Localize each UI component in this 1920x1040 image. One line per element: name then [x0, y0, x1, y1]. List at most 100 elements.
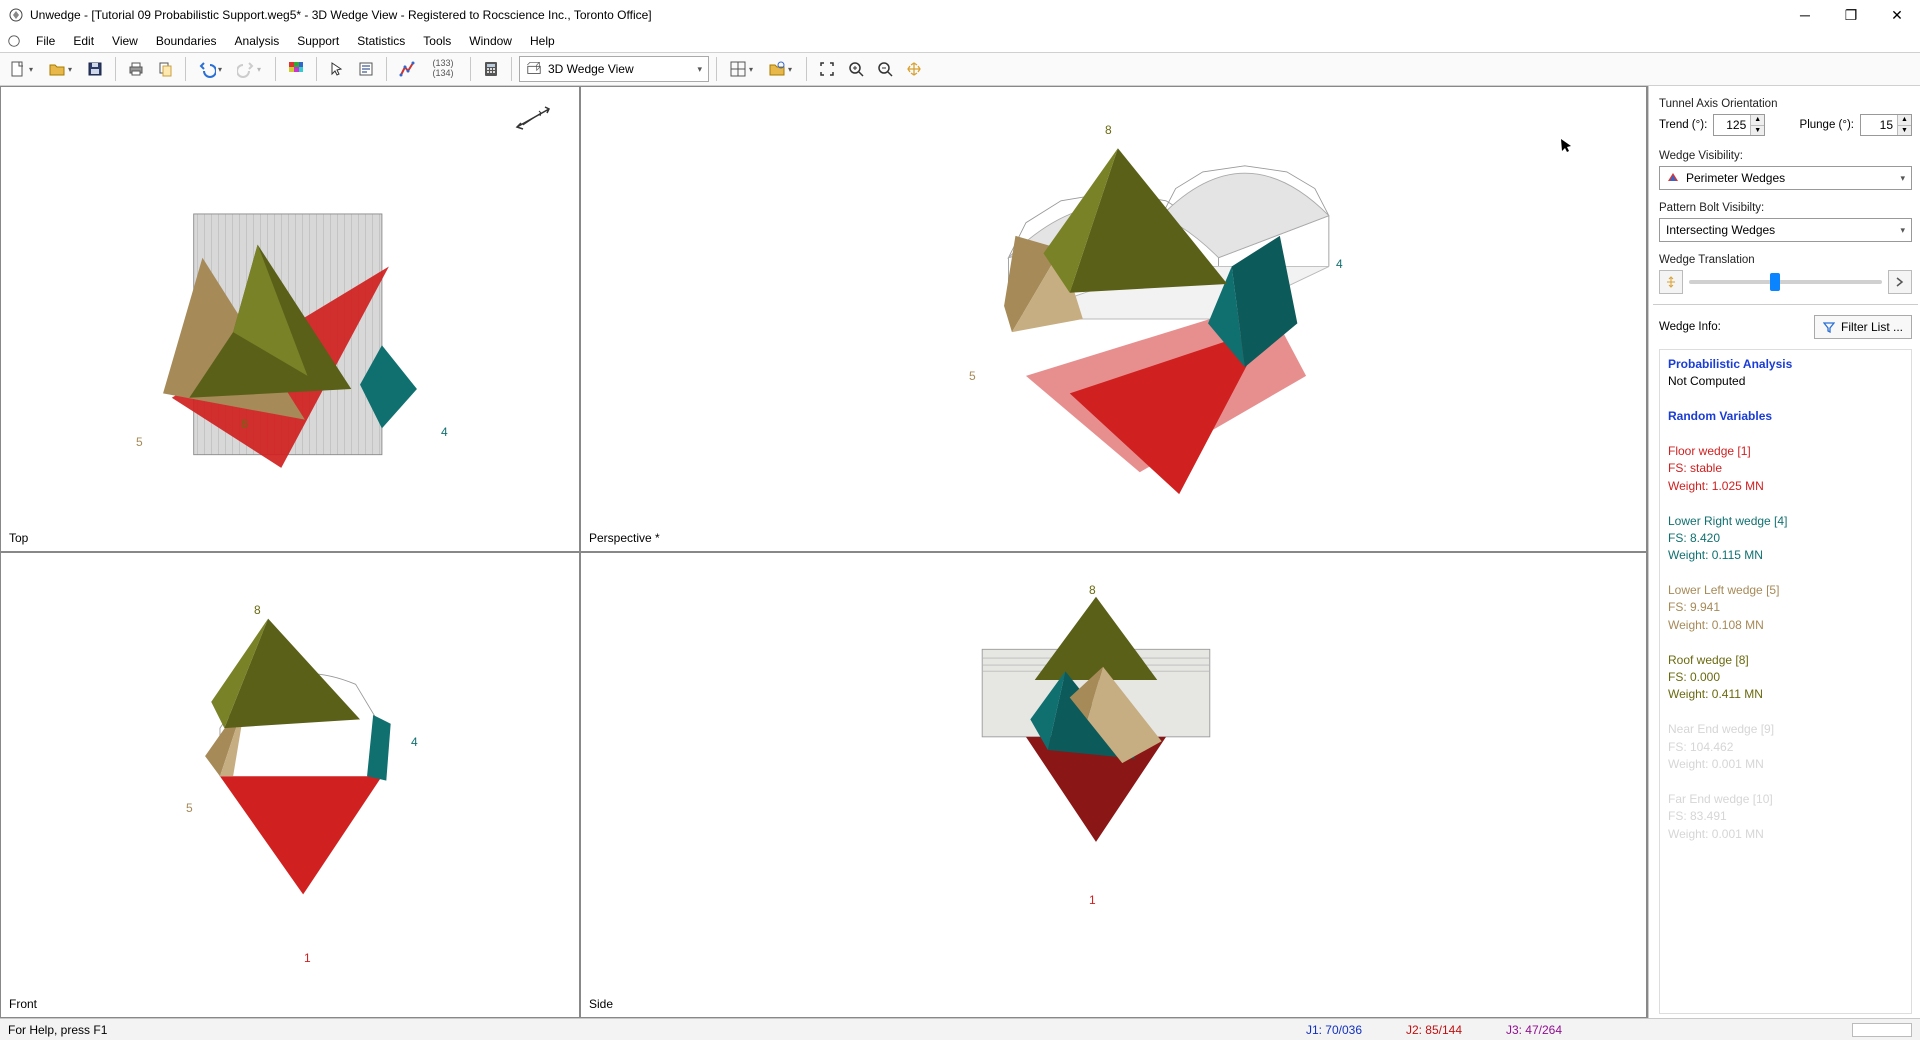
info-w10-fs: FS: 83.491 — [1668, 808, 1903, 825]
plunge-down[interactable]: ▼ — [1897, 126, 1911, 136]
view-perspective[interactable]: 8 5 4 1 Perspective * — [580, 86, 1647, 552]
info-w5-fs: FS: 9.941 — [1668, 599, 1903, 616]
status-j2: J2: 85/144 — [1384, 1023, 1484, 1037]
info-w8-wt: Weight: 0.411 MN — [1668, 686, 1903, 703]
menu-view[interactable]: View — [104, 32, 146, 50]
menu-help[interactable]: Help — [522, 32, 563, 50]
wedge-label-5f: 5 — [186, 801, 193, 815]
menu-statistics[interactable]: Statistics — [349, 32, 413, 50]
save-button[interactable] — [82, 56, 108, 82]
info-w4-wt: Weight: 0.115 MN — [1668, 547, 1903, 564]
info-w1-t: Floor wedge [1] — [1668, 443, 1903, 460]
wedge-visibility-value: Perimeter Wedges — [1686, 171, 1785, 185]
wedge-translation-title: Wedge Translation — [1659, 254, 1912, 266]
menu-support[interactable]: Support — [289, 32, 347, 50]
view-selector[interactable]: 3D Wedge View ▾ — [519, 56, 709, 82]
view-label-side: Side — [589, 997, 613, 1011]
view-side[interactable]: 8 1 Side — [580, 552, 1647, 1018]
grid-colors-button[interactable] — [283, 56, 309, 82]
menu-boundaries[interactable]: Boundaries — [148, 32, 225, 50]
menu-file[interactable]: File — [28, 32, 63, 50]
info-w9-t: Near End wedge [9] — [1668, 721, 1903, 738]
wedge-visibility-title: Wedge Visibility: — [1659, 150, 1912, 162]
panes-button[interactable]: ▾ — [724, 56, 760, 82]
pattern-bolt-select[interactable]: Intersecting Wedges ▾ — [1659, 218, 1912, 242]
trend-input[interactable]: ▲▼ — [1713, 114, 1765, 136]
info-w4-t: Lower Right wedge [4] — [1668, 513, 1903, 530]
info-w4-fs: FS: 8.420 — [1668, 530, 1903, 547]
select-tool-button[interactable] — [324, 56, 350, 82]
pattern-bolt-value: Intersecting Wedges — [1666, 223, 1775, 237]
zoom-out-button[interactable] — [872, 56, 898, 82]
menu-tools[interactable]: Tools — [415, 32, 459, 50]
zoom-extents-button[interactable] — [814, 56, 840, 82]
compute-button[interactable] — [478, 56, 504, 82]
wedge-label-4f: 4 — [411, 735, 418, 749]
view-front[interactable]: 8 5 4 1 Front — [0, 552, 580, 1018]
view-label-perspective: Perspective * — [589, 531, 660, 545]
info-w10-t: Far End wedge [10] — [1668, 791, 1903, 808]
wedge-info-box[interactable]: Probabilistic Analysis Not Computed Rand… — [1659, 349, 1912, 1014]
view-label-front: Front — [9, 997, 37, 1011]
maximize-button[interactable]: ❐ — [1828, 0, 1874, 30]
info-w8-t: Roof wedge [8] — [1668, 652, 1903, 669]
wedge-visibility-select[interactable]: Perimeter Wedges ▾ — [1659, 166, 1912, 190]
new-file-button[interactable]: ▾ — [4, 56, 40, 82]
info-w8-fs: FS: 0.000 — [1668, 669, 1903, 686]
trend-value[interactable] — [1714, 118, 1750, 132]
zoom-in-button[interactable] — [843, 56, 869, 82]
plunge-label: Plunge (°): — [1800, 119, 1854, 131]
wedge-info-title: Wedge Info: — [1659, 321, 1721, 333]
plunge-up[interactable]: ▲ — [1897, 115, 1911, 126]
translation-max-button[interactable] — [1888, 270, 1912, 294]
info-w1-fs: FS: stable — [1668, 460, 1903, 477]
view-top[interactable]: 5 8 4 Top — [0, 86, 580, 552]
print-button[interactable] — [123, 56, 149, 82]
wedge-label-5: 5 — [136, 435, 143, 449]
project-settings-button[interactable] — [353, 56, 379, 82]
wedge-label-1f: 1 — [304, 951, 311, 965]
translation-thumb[interactable] — [1770, 273, 1780, 291]
redo-button[interactable]: ▾ — [232, 56, 268, 82]
info-w9-wt: Weight: 0.001 MN — [1668, 756, 1903, 773]
plunge-value[interactable] — [1861, 118, 1897, 132]
copy-button[interactable] — [152, 56, 178, 82]
filter-icon — [1823, 321, 1835, 333]
menu-bar: File Edit View Boundaries Analysis Suppo… — [0, 30, 1920, 52]
pan-button[interactable] — [901, 56, 927, 82]
info-w1-wt: Weight: 1.025 MN — [1668, 478, 1903, 495]
app-menu-icon — [6, 33, 22, 49]
undo-button[interactable]: ▾ — [193, 56, 229, 82]
open-file-button[interactable]: ▾ — [43, 56, 79, 82]
translation-reset-button[interactable] — [1659, 270, 1683, 294]
menu-window[interactable]: Window — [461, 32, 520, 50]
display-options-button[interactable]: ▾ — [763, 56, 799, 82]
info-w10-wt: Weight: 0.001 MN — [1668, 826, 1903, 843]
wedge-label-8p: 8 — [1105, 123, 1112, 137]
input-data-button[interactable] — [394, 56, 420, 82]
joint-count-button[interactable]: (133)(134) — [423, 56, 463, 82]
window-title: Unwedge - [Tutorial 09 Probabilistic Sup… — [30, 8, 652, 22]
trend-down[interactable]: ▼ — [1750, 126, 1764, 136]
info-h1: Probabilistic Analysis — [1668, 356, 1903, 373]
compass-icon — [511, 97, 559, 140]
view-label-top: Top — [9, 531, 28, 545]
translation-slider[interactable] — [1689, 280, 1882, 284]
filter-list-button[interactable]: Filter List ... — [1814, 315, 1912, 339]
wedge-label-5p: 5 — [969, 369, 976, 383]
menu-analysis[interactable]: Analysis — [227, 32, 288, 50]
cursor-icon — [1558, 137, 1576, 155]
menu-edit[interactable]: Edit — [65, 32, 102, 50]
status-j1: J1: 70/036 — [1284, 1023, 1384, 1037]
status-grip — [1852, 1023, 1912, 1037]
wedges-icon — [1666, 171, 1680, 185]
status-help: For Help, press F1 — [8, 1023, 107, 1037]
close-button[interactable]: ✕ — [1874, 0, 1920, 30]
plunge-input[interactable]: ▲▼ — [1860, 114, 1912, 136]
trend-up[interactable]: ▲ — [1750, 115, 1764, 126]
pattern-bolt-title: Pattern Bolt Visibilty: — [1659, 202, 1912, 214]
wedge-label-1s: 1 — [1089, 893, 1096, 907]
wedge-label-4: 4 — [441, 425, 448, 439]
trend-label: Trend (°): — [1659, 119, 1707, 131]
minimize-button[interactable]: ─ — [1782, 0, 1828, 30]
